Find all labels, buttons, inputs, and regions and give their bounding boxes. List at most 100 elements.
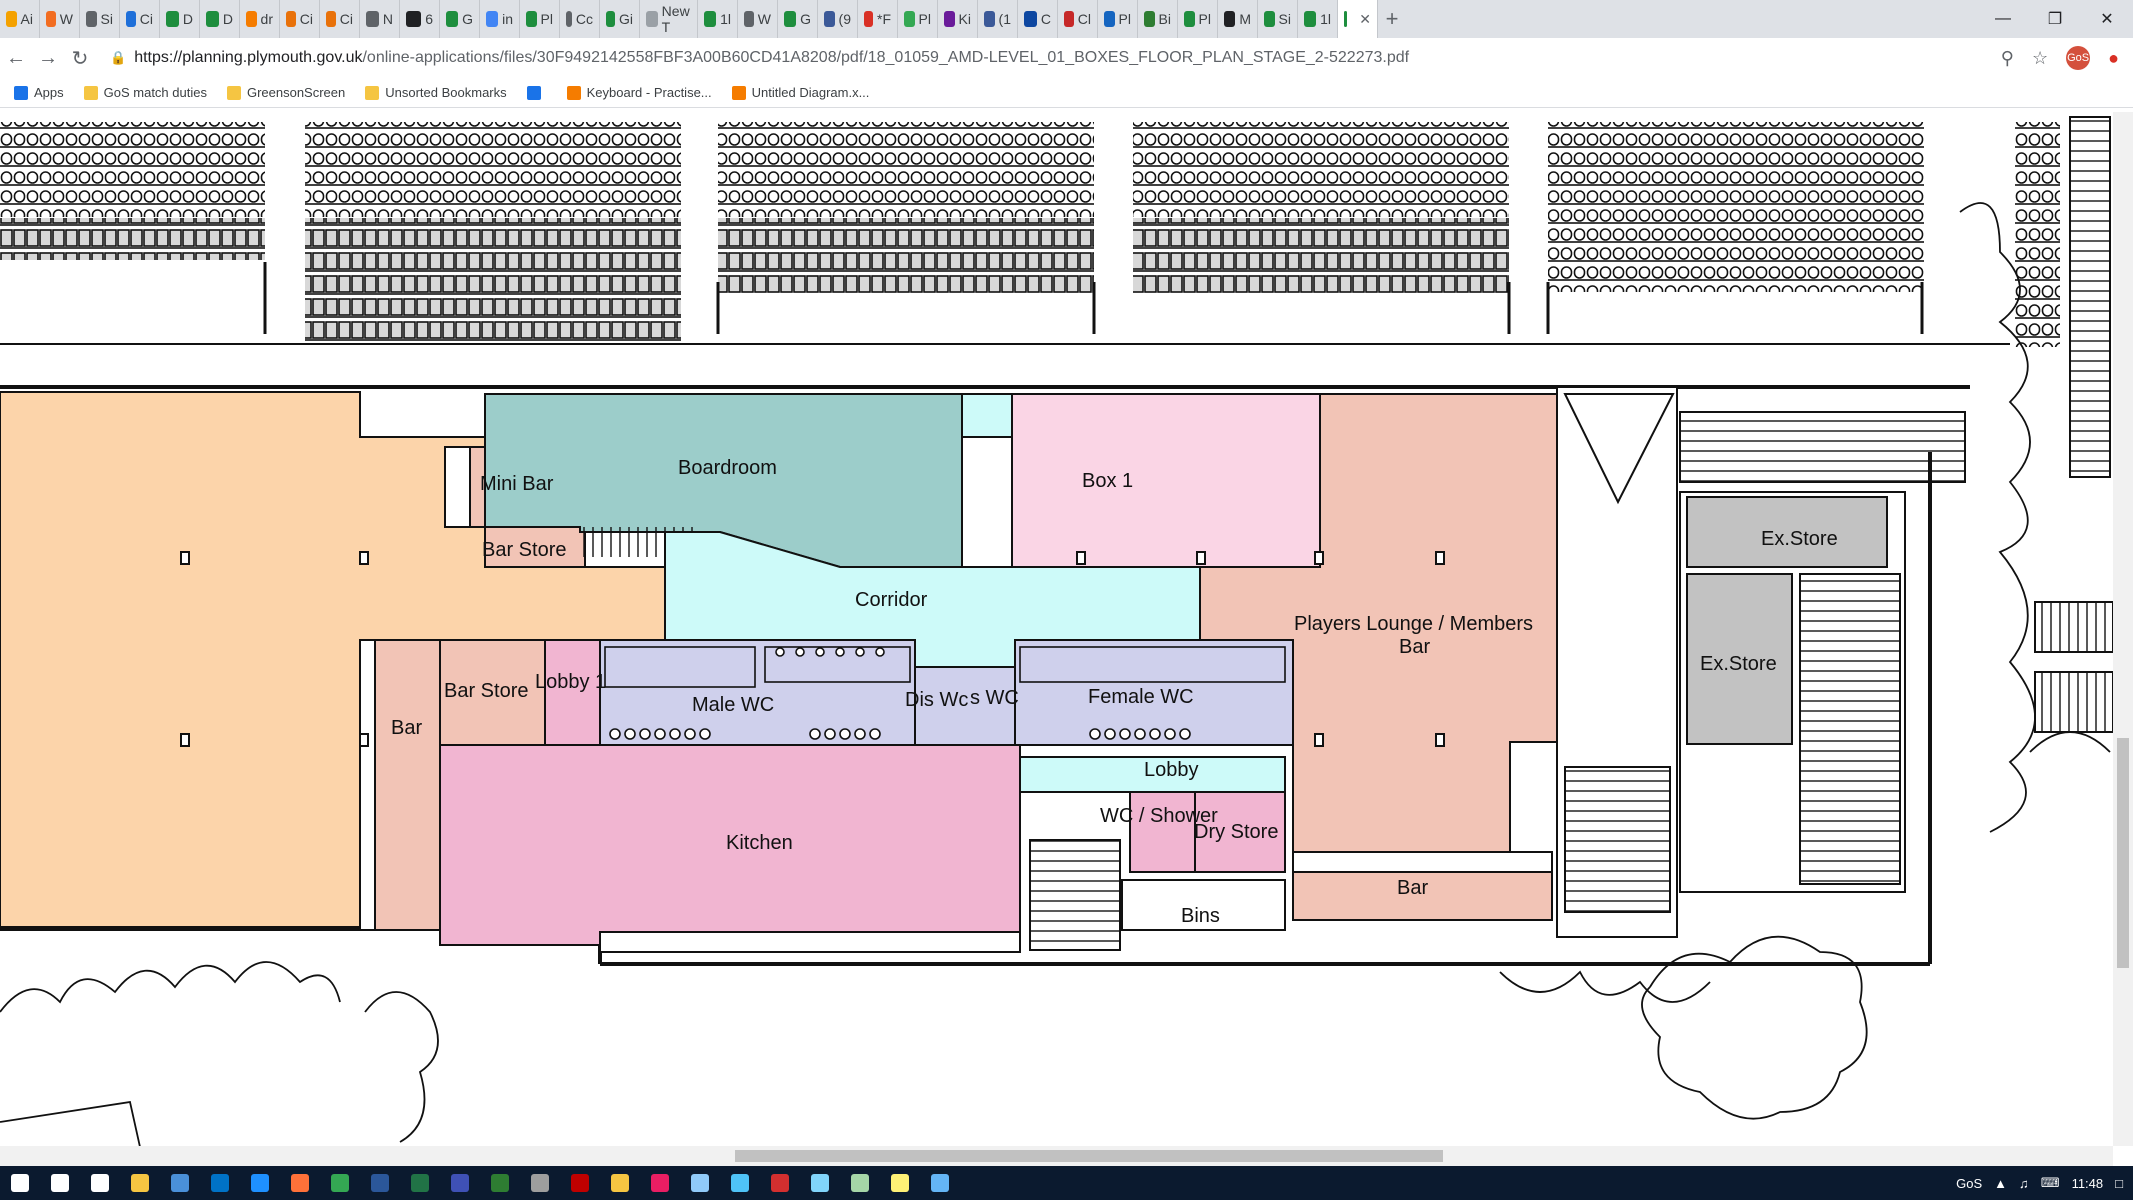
browser-tab[interactable]: N xyxy=(360,0,400,38)
browser-tab[interactable]: *F xyxy=(858,0,898,38)
app-icon[interactable] xyxy=(440,1166,480,1200)
forward-arrow-icon[interactable]: → xyxy=(32,47,64,70)
tab-favicon-icon xyxy=(366,11,379,27)
browser-tab[interactable]: D xyxy=(160,0,200,38)
bookmark-item[interactable]: Untitled Diagram.x... xyxy=(731,85,869,100)
browser-tab[interactable]: 1l xyxy=(698,0,738,38)
bookmark-item[interactable]: Apps xyxy=(14,85,64,100)
browser-tab[interactable]: dr xyxy=(240,0,280,38)
browser-tab[interactable]: Ci xyxy=(320,0,360,38)
tab-title: 1l xyxy=(1320,11,1331,27)
file-explorer-icon[interactable] xyxy=(120,1166,160,1200)
tray-user[interactable]: GoS xyxy=(1956,1176,1982,1191)
tab-favicon-icon xyxy=(206,11,219,27)
browser-tab[interactable]: Ai xyxy=(0,0,40,38)
browser-tab[interactable]: C xyxy=(1018,0,1058,38)
browser-tab[interactable]: Pl xyxy=(520,0,560,38)
browser-tab[interactable]: M xyxy=(1218,0,1258,38)
browser-tab[interactable]: Cl xyxy=(1058,0,1098,38)
browser-tab[interactable]: 6 xyxy=(400,0,440,38)
app-icon[interactable] xyxy=(160,1166,200,1200)
zoom-icon[interactable]: ⚲ xyxy=(2001,48,2014,69)
bookmark-star-icon[interactable]: ☆ xyxy=(2032,48,2048,69)
browser-tab[interactable]: Si xyxy=(80,0,120,38)
bookmark-item[interactable]: GreensonScreen xyxy=(226,85,345,100)
browser-tab[interactable]: Pl xyxy=(1178,0,1218,38)
browser-tab[interactable]: (9 xyxy=(818,0,858,38)
browser-tab[interactable]: Ci xyxy=(280,0,320,38)
app-icon[interactable] xyxy=(800,1166,840,1200)
browser-tab[interactable]: Ki xyxy=(938,0,978,38)
browser-tab[interactable]: G xyxy=(440,0,480,38)
bookmark-label: GoS match duties xyxy=(103,85,207,100)
reload-icon[interactable]: ↻ xyxy=(64,46,96,71)
browser-tab[interactable]: W xyxy=(738,0,778,38)
volume-icon[interactable]: ♫ xyxy=(2019,1176,2029,1191)
chrome-icon[interactable] xyxy=(320,1166,360,1200)
notifications-icon[interactable]: □ xyxy=(2115,1176,2123,1191)
browser-tab[interactable]: ✕ xyxy=(1338,0,1378,38)
app-icon[interactable] xyxy=(600,1166,640,1200)
browser-tab[interactable]: Bi xyxy=(1138,0,1178,38)
windows-start-icon[interactable] xyxy=(0,1166,40,1200)
filezilla-icon[interactable] xyxy=(560,1166,600,1200)
app-icon[interactable] xyxy=(920,1166,960,1200)
browser-tab[interactable]: Pl xyxy=(898,0,938,38)
browser-tab[interactable]: D xyxy=(200,0,240,38)
app-icon[interactable] xyxy=(880,1166,920,1200)
back-arrow-icon[interactable]: ← xyxy=(0,47,32,70)
maximize-button[interactable]: ❐ xyxy=(2029,0,2081,38)
app-icon[interactable] xyxy=(680,1166,720,1200)
app-icon[interactable] xyxy=(840,1166,880,1200)
keyboard-icon[interactable]: ⌨ xyxy=(2041,1175,2060,1191)
edge-icon[interactable] xyxy=(240,1166,280,1200)
browser-tab[interactable]: Ci xyxy=(120,0,160,38)
close-window-button[interactable]: ✕ xyxy=(2081,0,2133,38)
clock[interactable]: 11:48 xyxy=(2072,1176,2104,1191)
minimize-button[interactable]: — xyxy=(1977,0,2029,38)
app-icon[interactable] xyxy=(640,1166,680,1200)
tab-title: D xyxy=(182,11,193,27)
browser-tab[interactable]: Gi xyxy=(600,0,640,38)
browser-tab[interactable]: in xyxy=(480,0,520,38)
horizontal-scroll-thumb[interactable] xyxy=(735,1150,1443,1162)
tab-title: W xyxy=(59,11,73,27)
tab-close-icon[interactable]: ✕ xyxy=(1359,11,1371,28)
bookmark-item[interactable] xyxy=(526,85,547,100)
url-field[interactable]: 🔒 https://planning.plymouth.gov.uk/onlin… xyxy=(110,49,2001,67)
firefox-icon[interactable] xyxy=(280,1166,320,1200)
tab-title: Pl xyxy=(540,11,553,27)
label-kitchen: Kitchen xyxy=(726,832,793,854)
room-wc-shower xyxy=(1129,791,1196,873)
bookmark-item[interactable]: Unsorted Bookmarks xyxy=(365,85,507,100)
browser-tab[interactable]: (1 xyxy=(978,0,1018,38)
vertical-scrollbar[interactable] xyxy=(2113,112,2133,1146)
vertical-scroll-thumb[interactable] xyxy=(2117,738,2129,968)
browser-tab[interactable]: New T xyxy=(640,0,698,38)
app-icon[interactable] xyxy=(720,1166,760,1200)
browser-tab[interactable]: 1l xyxy=(1298,0,1338,38)
browser-tab[interactable]: Cc xyxy=(560,0,600,38)
app-icon[interactable] xyxy=(360,1166,400,1200)
outlook-icon[interactable] xyxy=(200,1166,240,1200)
app-icon[interactable] xyxy=(480,1166,520,1200)
task-view-icon[interactable] xyxy=(80,1166,120,1200)
browser-tab[interactable]: W xyxy=(40,0,80,38)
profile-avatar[interactable]: GoS xyxy=(2066,46,2091,70)
bookmark-item[interactable]: Keyboard - Practise... xyxy=(566,85,712,100)
tab-favicon-icon xyxy=(1344,11,1348,27)
acrobat-icon[interactable] xyxy=(760,1166,800,1200)
tab-favicon-icon xyxy=(824,11,835,27)
network-icon[interactable]: ▲ xyxy=(1994,1176,2007,1191)
new-tab-button[interactable]: + xyxy=(1378,6,1406,32)
browser-tab[interactable]: G xyxy=(778,0,818,38)
pdf-viewport[interactable]: Mini Bar Boardroom Bar Store Box 1 Corri… xyxy=(0,112,2113,1146)
bookmark-item[interactable]: GoS match duties xyxy=(83,85,207,100)
browser-tab[interactable]: Pl xyxy=(1098,0,1138,38)
app-icon[interactable] xyxy=(520,1166,560,1200)
search-icon[interactable] xyxy=(40,1166,80,1200)
extension-icon[interactable]: ● xyxy=(2108,48,2119,69)
browser-tab[interactable]: Si xyxy=(1258,0,1298,38)
excel-icon[interactable] xyxy=(400,1166,440,1200)
horizontal-scrollbar[interactable] xyxy=(0,1146,2113,1166)
